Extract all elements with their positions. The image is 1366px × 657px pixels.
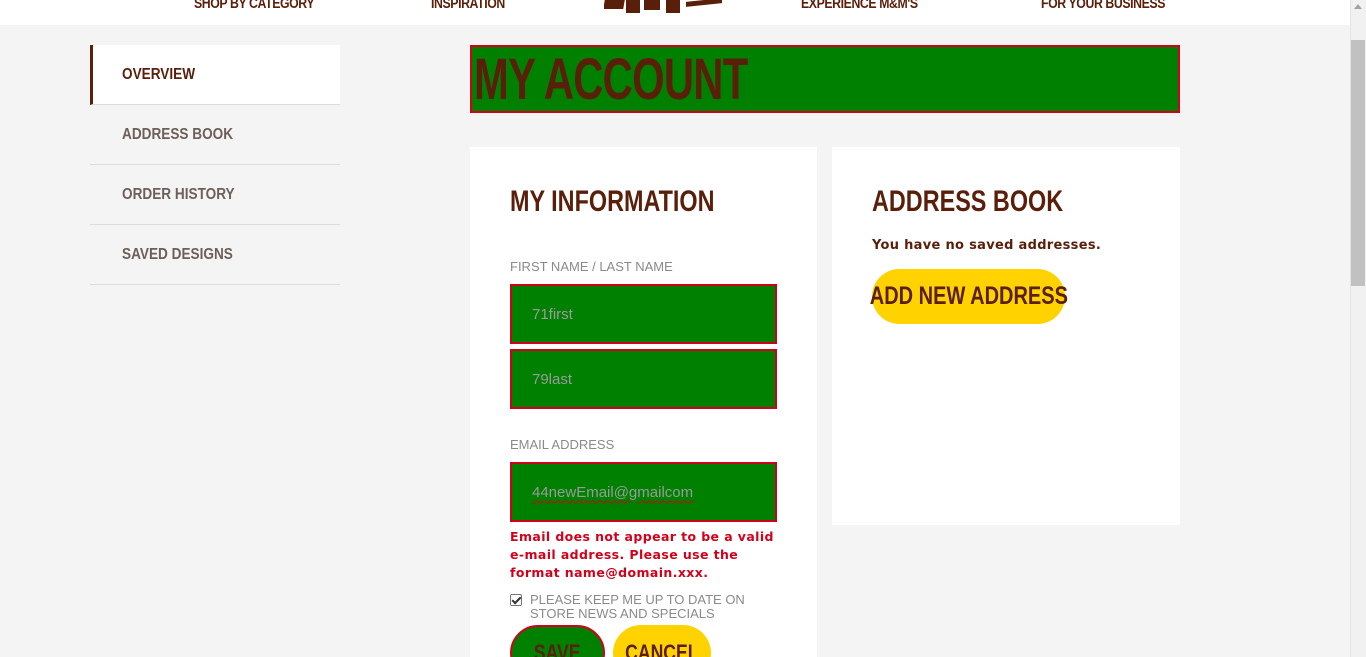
newsletter-option: PLEASE KEEP ME UP TO DATE ON STORE NEWS …	[510, 593, 790, 621]
email-error-message: Email does not appear to be a valid e-ma…	[510, 529, 774, 580]
sidebar-item-saved-designs[interactable]: SAVED DESIGNS	[90, 225, 340, 285]
sidebar-item-label: OVERVIEW	[122, 65, 196, 83]
sidebar-item-overview[interactable]: OVERVIEW	[90, 45, 340, 105]
top-navigation: SHOP BY CATEGORY INSPIRATION EXPERIENCE …	[0, 0, 1350, 25]
last-name-value: 79last	[532, 370, 573, 388]
sidebar-item-address-book[interactable]: ADDRESS BOOK	[90, 105, 340, 165]
my-information-heading: MY INFORMATION	[510, 185, 715, 218]
add-new-address-label: ADD NEW ADDRESS	[869, 282, 1068, 310]
nav-for-your-business[interactable]: FOR YOUR BUSINESS	[1041, 0, 1165, 12]
scrollbar-thumb[interactable]	[1351, 40, 1365, 286]
address-book-heading: ADDRESS BOOK	[872, 185, 1064, 218]
sidebar-item-label: SAVED DESIGNS	[122, 245, 233, 263]
my-information-card: MY INFORMATION FIRST NAME / LAST NAME 71…	[470, 147, 817, 657]
sidebar-item-order-history[interactable]: ORDER HISTORY	[90, 165, 340, 225]
address-book-card: ADDRESS BOOK You have no saved addresses…	[832, 147, 1180, 525]
last-name-input[interactable]: 79last	[510, 349, 777, 409]
account-sidebar: OVERVIEW ADDRESS BOOK ORDER HISTORY SAVE…	[90, 45, 340, 285]
newsletter-checkbox[interactable]	[510, 594, 522, 606]
save-button-label: SAVE	[534, 640, 581, 657]
nav-experience[interactable]: EXPERIENCE M&M'S	[801, 0, 918, 12]
scroll-up-arrow-icon[interactable]	[1354, 4, 1362, 9]
first-name-value: 71first	[532, 305, 573, 323]
page-title: MY ACCOUNT	[474, 47, 748, 112]
cancel-button-label: CANCEL	[625, 640, 699, 657]
sidebar-item-label: ADDRESS BOOK	[122, 125, 234, 143]
sidebar-item-label: ORDER HISTORY	[122, 185, 235, 203]
newsletter-label[interactable]: PLEASE KEEP ME UP TO DATE ON STORE NEWS …	[530, 593, 790, 621]
email-value: 44newEmail@gmailcom	[532, 483, 694, 501]
page-title-banner: MY ACCOUNT	[470, 45, 1180, 113]
no-addresses-message: You have no saved addresses.	[872, 238, 1102, 253]
nav-inspiration[interactable]: INSPIRATION	[431, 0, 505, 12]
email-field-label: EMAIL ADDRESS	[510, 437, 615, 452]
brand-logo[interactable]	[604, 0, 722, 13]
cancel-button[interactable]: CANCEL	[613, 625, 711, 657]
email-input[interactable]: 44newEmail@gmailcom	[510, 462, 777, 522]
name-field-label: FIRST NAME / LAST NAME	[510, 259, 673, 274]
first-name-input[interactable]: 71first	[510, 284, 777, 344]
nav-shop-by-category[interactable]: SHOP BY CATEGORY	[194, 0, 315, 12]
save-button[interactable]: SAVE	[510, 625, 605, 657]
add-new-address-button[interactable]: ADD NEW ADDRESS	[869, 269, 1068, 324]
